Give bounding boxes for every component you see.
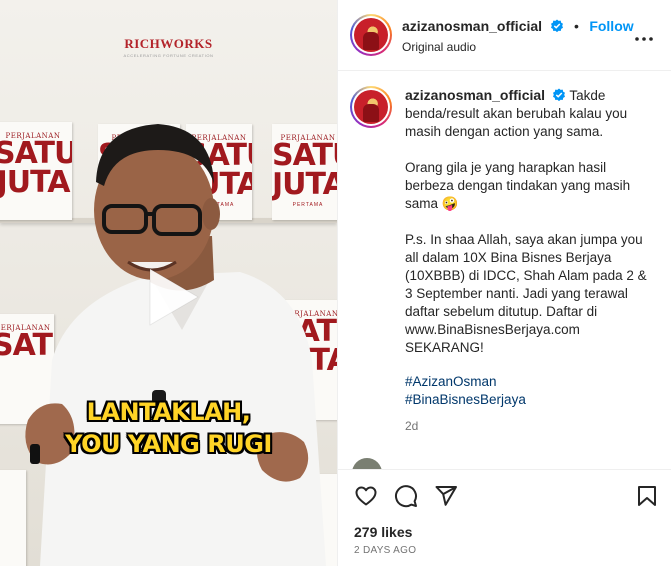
post-actions: 279 likes 2 DAYS AGO xyxy=(338,469,671,566)
caption-paragraph-3: P.s. In shaa Allah, saya akan jumpa you … xyxy=(405,232,647,355)
caption-avatar[interactable] xyxy=(350,86,392,128)
more-options-button[interactable] xyxy=(635,28,653,46)
likes-count[interactable]: 279 likes xyxy=(354,524,412,540)
comment-button[interactable] xyxy=(394,484,418,513)
caption-username[interactable]: azizanosman_official xyxy=(405,87,545,103)
heart-icon xyxy=(355,486,377,506)
verified-badge-icon xyxy=(550,19,563,33)
verified-badge-icon xyxy=(552,88,565,102)
video-caption-line2: YOU YANG RUGI xyxy=(65,430,272,458)
caption-paragraph-1: azizanosman_official Takde benda/result … xyxy=(405,86,651,141)
caption-body: azizanosman_official Takde benda/result … xyxy=(405,86,651,435)
save-button[interactable] xyxy=(636,484,658,513)
video-caption-line1: LANTAKLAH, xyxy=(86,398,251,426)
hashtag-link[interactable]: #BinaBisnesBerjaya xyxy=(405,391,651,409)
avatar-image xyxy=(354,90,388,124)
avatar-image xyxy=(354,18,388,52)
post-header: azizanosman_official • Follow Original a… xyxy=(338,0,671,71)
play-button[interactable] xyxy=(136,263,204,331)
avatar[interactable] xyxy=(350,14,392,56)
ellipsis-icon xyxy=(635,37,653,41)
header-separator: • xyxy=(573,18,579,34)
original-audio-link[interactable]: Original audio xyxy=(402,40,476,54)
comment-icon xyxy=(395,485,417,508)
header-username[interactable]: azizanosman_official xyxy=(402,18,542,34)
follow-button[interactable]: Follow xyxy=(589,18,633,34)
caption-timestamp: 2d xyxy=(405,419,419,433)
share-icon xyxy=(435,486,457,506)
caption-paragraph-2: Orang gila je yang harapkan hasil berbez… xyxy=(405,160,631,211)
comments-section[interactable]: azizanosman_official Takde benda/result … xyxy=(338,72,671,469)
play-icon xyxy=(149,268,199,326)
bookmark-icon xyxy=(638,486,656,506)
post-date[interactable]: 2 DAYS AGO xyxy=(354,545,416,556)
share-button[interactable] xyxy=(434,484,458,513)
like-button[interactable] xyxy=(354,484,378,513)
hashtag-link[interactable]: #AzizanOsman xyxy=(405,373,651,391)
post-video[interactable]: RICHWORKS ACCELERATING FORTUNE CREATION … xyxy=(0,0,337,566)
comment-avatar[interactable] xyxy=(352,458,382,469)
post-side-panel: azizanosman_official • Follow Original a… xyxy=(337,0,671,566)
